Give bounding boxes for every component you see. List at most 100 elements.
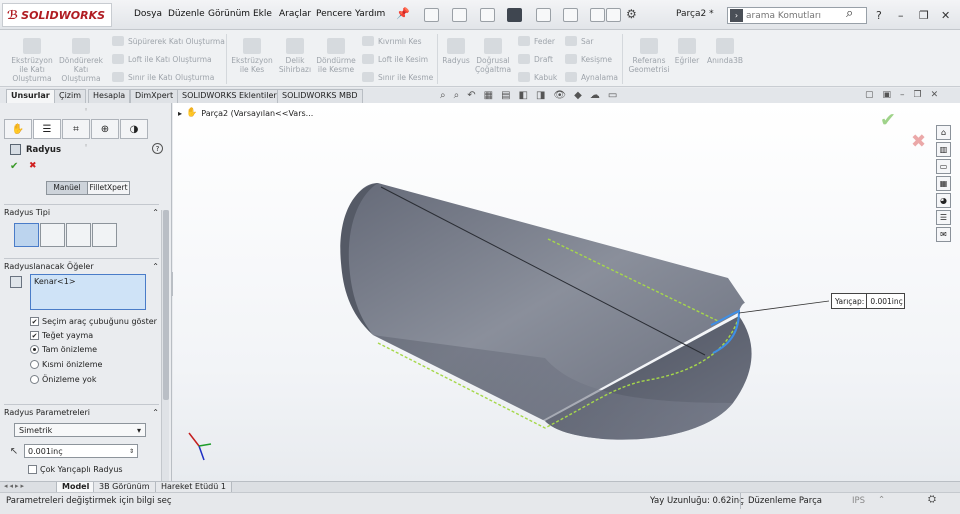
rebuild-status-icon[interactable]: ⛭ [928,494,936,505]
boundary-boss-button[interactable]: Sınır ile Katı Oluşturma [112,72,214,82]
boundary-cut-button[interactable]: Sınır ile Kesme [362,72,433,82]
menu-pencere[interactable]: Pencere [316,9,352,19]
instant3d-button[interactable]: Anında3B [705,38,745,65]
view-settings-icon[interactable]: ▭ [608,90,617,101]
3d-model[interactable] [173,103,960,481]
tab-scroll-arrows-icon[interactable]: ◂◂▸▸ [4,482,26,490]
pin-icon[interactable]: 📌 [396,7,410,20]
display-manager-tab-icon[interactable]: ◑ [120,119,148,139]
hide-show-icon[interactable]: 👁 [553,90,566,101]
solidworks-logo[interactable]: ℬ SOLIDWORKS [2,3,112,27]
list-item[interactable]: Kenar<1> [34,277,142,286]
tangent-propagation-checkbox[interactable]: ✔ Teğet yayma [30,328,159,342]
items-to-fillet-header[interactable]: Radyuslanacak Öğeler ⌃ [4,258,159,272]
tab-mbd[interactable]: SOLIDWORKS MBD [277,89,363,103]
curves-button[interactable]: Eğriler [672,38,702,65]
revolve-cut-button[interactable]: Döndürme ile Kesme [315,38,357,74]
revolve-boss-button[interactable]: Döndürerek Katı Oluşturma [58,38,104,83]
feature-manager-tab-icon[interactable]: ✋ [4,119,32,139]
manual-mode-button[interactable]: Manüel [46,181,88,195]
fillet-type-header[interactable]: Radyus Tipi ⌃ [4,204,159,218]
zoom-area-icon[interactable]: ⌕ [454,90,460,101]
units-dropdown-icon[interactable]: ⌃ [878,495,885,505]
callout-value[interactable]: 0.001inç [867,294,902,308]
partial-preview-radio[interactable]: Kısmi önizleme [30,357,159,372]
design-library-icon[interactable]: ▥ [936,142,951,157]
property-manager-tab-icon[interactable]: ☰ [33,119,61,139]
sweep-boss-button[interactable]: Süpürerek Katı Oluşturma [112,36,225,46]
mirror-button[interactable]: Aynalama [565,72,618,82]
tab-eklentiler[interactable]: SOLIDWORKS Eklentileri [177,89,284,103]
collapse-handle-icon[interactable]: ◦ [84,142,88,150]
viewport-restore-icon[interactable]: ❐ [914,90,922,100]
dimxpert-manager-tab-icon[interactable]: ⊕ [91,119,119,139]
edit-appearance-icon[interactable]: ◆ [574,90,582,101]
appearances-icon[interactable]: ◕ [936,193,951,208]
lofted-cut-button[interactable]: Loft ile Kesim [362,54,428,64]
search-icon[interactable]: ⌕ [846,6,853,21]
viewport-minimize-icon[interactable]: – [900,90,905,100]
spinner-icon[interactable]: ⇕ [129,448,134,455]
fillet-button[interactable]: Radyus [440,38,472,65]
draft-button[interactable]: Draft [518,54,553,64]
link-view-icon[interactable]: ▣ [883,90,892,100]
units-button[interactable]: IPS [852,496,865,506]
file-properties-icon[interactable] [606,8,621,22]
tab-dimxpert[interactable]: DimXpert [130,89,179,103]
display-style-icon[interactable]: ◨ [536,90,545,101]
cancel-button[interactable]: ✖ [29,161,37,171]
loft-boss-button[interactable]: Loft ile Katı Oluşturma [112,54,212,64]
filletxpert-mode-button[interactable]: FilletXpert [88,181,130,195]
radius-callout[interactable]: Yarıçap: 0.001inç [831,293,905,309]
split-view-icon[interactable]: ▢ [865,90,874,100]
rebuild-icon[interactable] [590,8,605,22]
configuration-manager-tab-icon[interactable]: ⌗ [62,119,90,139]
full-preview-radio[interactable]: Tam önizleme [30,342,159,357]
view-orientation-icon[interactable]: ◧ [519,90,528,101]
options-gear-icon[interactable]: ⚙ [626,7,637,21]
collapse-chevron-icon[interactable]: ⌃ [152,408,159,417]
menu-ekle[interactable]: Ekle [253,9,272,19]
menu-duzenle[interactable]: Düzenle [168,9,205,19]
select-icon[interactable] [563,8,578,22]
zoom-to-fit-icon[interactable]: ⌕ [440,90,446,101]
new-document-icon[interactable] [424,8,439,22]
command-search-input[interactable] [746,10,856,21]
save-icon[interactable] [480,8,495,22]
home-icon[interactable]: ⌂ [936,125,951,140]
open-icon[interactable] [452,8,467,22]
graphics-area[interactable]: ▸ ✋ Parça2 (Varsayılan<<Vars... ✔ ✖ Yarı… [173,103,960,481]
minimize-button[interactable]: – [898,9,904,22]
custom-properties-icon[interactable]: ☰ [936,210,951,225]
menu-yardim[interactable]: Yardım [355,9,385,19]
pm-scrollbar-thumb[interactable] [163,210,169,400]
collapse-chevron-icon[interactable]: ⌃ [152,208,159,217]
help-button[interactable]: ? [876,9,882,22]
no-preview-radio[interactable]: Önizleme yok [30,372,159,387]
collapse-chevron-icon[interactable]: ⌃ [152,262,159,271]
wrap-button[interactable]: Sar [565,36,593,46]
full-round-fillet-icon[interactable] [92,223,117,247]
hole-wizard-button[interactable]: Delik Sihirbazı [276,38,314,74]
intersect-button[interactable]: Kesişme [565,54,612,64]
rib-button[interactable]: Feder [518,36,555,46]
fillet-parameters-header[interactable]: Radyus Parametreleri ⌃ [4,404,159,418]
pm-help-button[interactable]: ? [152,143,163,154]
tab-hesapla[interactable]: Hesapla [88,89,131,103]
tab-unsurlar[interactable]: Unsurlar [6,89,55,103]
pm-scrollbar[interactable] [161,210,169,485]
constant-size-fillet-icon[interactable] [14,223,39,247]
restore-button[interactable]: ❐ [919,9,929,22]
edges-selection-list[interactable]: Kenar<1> [30,274,146,310]
dynamic-annotation-icon[interactable]: ▤ [501,90,510,101]
undo-icon[interactable] [536,8,551,22]
file-explorer-icon[interactable]: ▭ [936,159,951,174]
reference-geometry-button[interactable]: Referans Geometrisi [626,38,672,74]
apply-scene-icon[interactable]: ☁ [590,90,600,101]
face-fillet-icon[interactable] [66,223,91,247]
tab-cizim[interactable]: Çizim [54,89,87,103]
radius-input[interactable]: 0.001inç ⇕ [24,444,138,458]
section-view-icon[interactable]: ▦ [484,90,493,101]
variable-size-fillet-icon[interactable] [40,223,65,247]
fillet-profile-dropdown[interactable]: Simetrik ▾ [14,423,146,437]
